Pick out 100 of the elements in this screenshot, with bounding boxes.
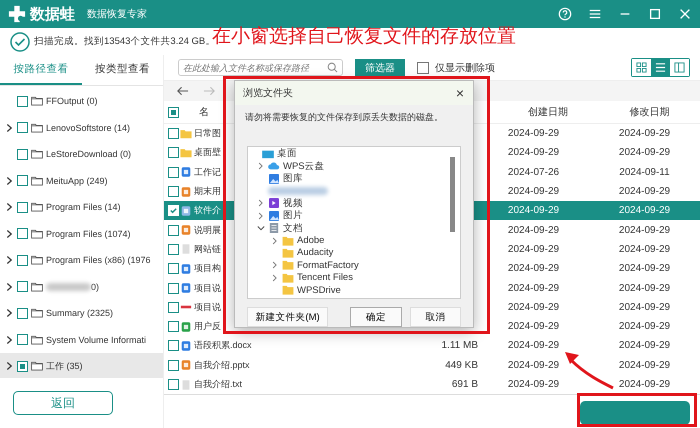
folder-tree-item[interactable]: 桌面: [277, 147, 297, 160]
checkbox[interactable]: [168, 147, 178, 158]
chevron-right-icon[interactable]: [6, 202, 13, 212]
chevron-right-icon[interactable]: [6, 334, 13, 345]
file-icon: [180, 322, 192, 332]
modified-date: 2024-09-29: [618, 186, 670, 198]
checkbox-label[interactable]: 仅显示删除项: [435, 60, 495, 74]
checkbox[interactable]: [168, 186, 178, 198]
folder-tree-item[interactable]: 图片: [283, 209, 303, 222]
new-folder-button[interactable]: 新建文件夹(M): [247, 307, 328, 327]
folder-tree-item[interactable]: WPS云盘: [283, 160, 325, 173]
tree-item-label[interactable]: LenovoSoftstore (14): [46, 122, 130, 133]
folder-tree-item[interactable]: WPSDrive: [297, 284, 341, 296]
folder-tree-item[interactable]: 视频: [283, 196, 303, 210]
checkbox[interactable]: [17, 281, 28, 292]
tree-item-label[interactable]: System Volume Informati: [46, 334, 146, 345]
action-button[interactable]: [580, 400, 690, 425]
view-tab[interactable]: 按类型查看: [82, 55, 163, 85]
folder-tree-item[interactable]: Tencent Files: [297, 272, 353, 284]
tree-item-label[interactable]: FFOutput (0): [46, 96, 98, 106]
chevron-right-icon[interactable]: [6, 255, 13, 266]
chevron-right-icon[interactable]: [6, 176, 13, 186]
chevron-right-icon[interactable]: [6, 228, 13, 239]
chevron-right-icon[interactable]: [6, 361, 13, 372]
search-field[interactable]: 在此处输入文件名称或保存路径: [178, 59, 343, 76]
checkbox[interactable]: [17, 96, 28, 107]
cancel-button[interactable]: 取消: [410, 307, 461, 327]
chevron-down-icon[interactable]: [256, 224, 264, 232]
close-icon[interactable]: [678, 7, 692, 21]
folder-tree-item[interactable]: FormatFactory: [297, 260, 359, 271]
checkbox[interactable]: [17, 148, 28, 160]
close-button[interactable]: ×: [452, 84, 467, 101]
tree-item-label[interactable]: Program Files (x86) (1976: [46, 255, 151, 266]
modified-date: 2024-09-29: [618, 244, 670, 255]
column-header[interactable]: 修改日期: [629, 107, 670, 118]
annotation-arrow: [563, 350, 615, 390]
checkbox[interactable]: [168, 340, 178, 352]
folder-tree-item[interactable]: 图库: [283, 172, 303, 186]
file-name: 桌面壁: [194, 146, 221, 160]
desktop-icon: [262, 148, 274, 159]
menu-icon[interactable]: [588, 7, 602, 21]
grid-icon: [636, 62, 647, 73]
tree-item-label[interactable]: Program Files (1074): [46, 228, 131, 239]
folder-tree-item[interactable]: 文档: [283, 222, 303, 235]
tree-item-label[interactable]: MeituApp (249): [46, 176, 108, 186]
folder-icon: [282, 272, 294, 283]
file-name: 自我介绍.pptx: [194, 358, 250, 372]
text-file-icon: [180, 380, 192, 390]
back-button[interactable]: 返回: [13, 391, 113, 415]
checkbox[interactable]: [168, 321, 178, 332]
checkbox[interactable]: [168, 224, 178, 236]
checkbox[interactable]: [17, 254, 28, 266]
folder-tree-item[interactable]: Adobe: [297, 235, 324, 246]
chevron-right-icon[interactable]: [6, 282, 13, 292]
checkbox[interactable]: [168, 244, 178, 255]
tree-item-label[interactable]: LeStoreDownload (0): [46, 149, 132, 160]
modified-date: 2024-09-29: [618, 282, 670, 294]
checkbox[interactable]: [17, 228, 28, 240]
checkbox[interactable]: [168, 263, 178, 274]
select-all-checkbox[interactable]: [168, 106, 178, 118]
search-icon[interactable]: [327, 62, 338, 73]
file-name: 项目说: [194, 300, 221, 314]
help-icon[interactable]: [558, 7, 572, 21]
checkbox[interactable]: [17, 122, 28, 134]
file-name: 项目构: [194, 262, 221, 276]
folder-icon: [282, 285, 294, 296]
checkbox[interactable]: [17, 175, 28, 186]
tree-item-label[interactable]: Program Files (14): [46, 202, 121, 212]
file-name: 期末用: [194, 185, 221, 198]
checkbox[interactable]: [417, 62, 429, 74]
filter-button[interactable]: 筛选器: [355, 59, 405, 76]
tree-item-label[interactable]: 0): [91, 282, 100, 292]
file-icon: [180, 225, 192, 236]
column-header[interactable]: 名: [199, 105, 209, 119]
chevron-right-icon[interactable]: [6, 308, 13, 318]
checkbox[interactable]: [168, 379, 178, 390]
checkbox[interactable]: [168, 302, 178, 313]
ok-button[interactable]: 确定: [350, 307, 402, 327]
tree-item-label[interactable]: 工作 (35): [46, 360, 83, 373]
file-icon: [180, 186, 192, 197]
folder-tree-item[interactable]: Audacity: [297, 247, 334, 258]
checkbox[interactable]: [17, 308, 28, 319]
checkbox[interactable]: [168, 166, 178, 178]
checkbox[interactable]: [168, 282, 178, 294]
checkbox[interactable]: [168, 360, 178, 371]
chevron-right-icon[interactable]: [6, 122, 13, 133]
checkbox[interactable]: [17, 360, 28, 372]
dialog-message: 请勿将需要恢复的文件保存到原丢失数据的磁盘。: [244, 110, 444, 124]
view-tab[interactable]: 按路径查看: [0, 55, 82, 85]
checkbox[interactable]: [17, 334, 28, 346]
checkbox[interactable]: [17, 202, 28, 213]
column-header[interactable]: 创建日期: [528, 107, 568, 118]
back-arrow-icon[interactable]: [176, 86, 189, 96]
scrollbar-thumb[interactable]: [450, 156, 455, 232]
tree-item-label[interactable]: Summary (2325): [46, 308, 114, 318]
list-view-button[interactable]: [651, 59, 670, 76]
logo-icon: [8, 5, 26, 23]
created-date: 2024-09-29: [508, 244, 560, 255]
checkbox[interactable]: [168, 128, 178, 140]
maximize-icon[interactable]: [648, 7, 662, 21]
